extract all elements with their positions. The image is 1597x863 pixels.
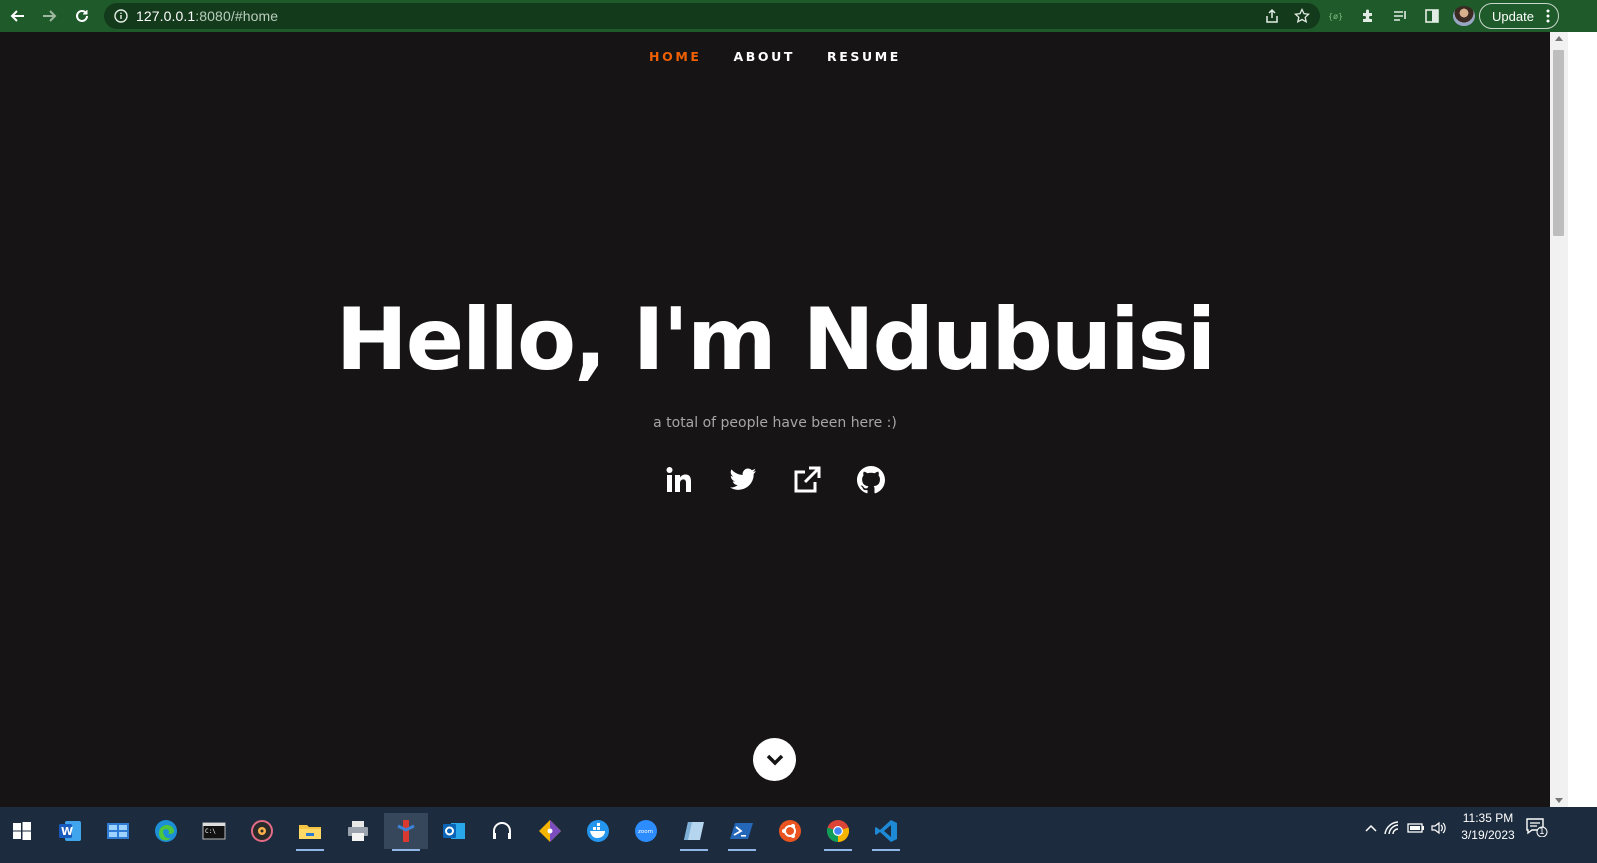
zoom-icon[interactable]: zoom [624,813,668,849]
linkedin-icon[interactable] [664,464,694,496]
svg-text:W: W [61,825,73,838]
extension-icon-green[interactable]: {ø} [1325,10,1347,22]
svg-text:C:\: C:\ [205,828,216,835]
powershell-icon[interactable] [720,813,764,851]
running-indicator [872,849,900,851]
back-arrow-icon [10,10,24,22]
battery-icon[interactable] [1404,822,1428,834]
url-path: :8080/#home [195,8,279,24]
scroll-down-button[interactable] [753,738,796,781]
web-page: HOME ABOUT RESUME Hello, I'm Ndubuisi a … [0,32,1550,807]
clock-time: 11:35 PM [1462,811,1514,825]
nav-about-link[interactable]: ABOUT [734,49,796,64]
ubuntu-icon[interactable] [768,813,812,849]
word-icon[interactable]: W [48,813,92,849]
notebook-icon[interactable] [672,813,716,851]
system-tray [1362,807,1450,849]
running-indicator [392,849,420,851]
outlook-icon[interactable] [432,813,476,849]
url-text: 127.0.0.1:8080/#home [136,8,278,24]
svg-text:zoom: zoom [638,829,653,835]
running-indicator [680,849,708,851]
nav-resume-link[interactable]: RESUME [827,49,901,64]
taskbar-clock[interactable]: 11:35 PM 3/19/2023 [1456,810,1520,844]
bookmark-star-icon[interactable] [1294,8,1310,24]
url-host: 127.0.0.1 [136,8,196,24]
external-link-icon[interactable] [792,464,822,496]
control-panel-icon[interactable] [96,813,140,849]
running-indicator [728,849,756,851]
notification-count-badge: 1 [1539,827,1545,837]
scrollbar-thumb[interactable] [1553,50,1564,236]
scroll-up-arrow-icon[interactable] [1555,36,1563,41]
scroll-down-arrow-icon[interactable] [1555,798,1563,803]
show-hidden-icons-chevron-icon[interactable] [1362,824,1380,832]
update-button[interactable]: Update [1479,3,1559,29]
share-icon[interactable] [1264,8,1280,24]
window-edge [1568,32,1597,807]
chrome-icon[interactable] [816,813,860,851]
notification-center-icon[interactable]: 1 [1526,817,1548,838]
side-panel-icon[interactable] [1421,8,1443,24]
file-explorer-icon[interactable] [288,813,332,851]
windows-start-icon[interactable] [0,813,44,849]
address-bar[interactable]: 127.0.0.1:8080/#home [104,3,1320,29]
twitter-icon[interactable] [728,464,758,496]
profile-avatar[interactable] [1453,6,1475,26]
running-indicator [296,849,324,851]
running-indicator [824,849,852,851]
update-label: Update [1492,8,1534,24]
reload-icon [76,9,88,22]
reload-button[interactable] [66,0,98,32]
visitor-counter-text: a total of people have been here :) [653,415,897,431]
git-icon[interactable] [528,813,572,849]
hero-title: Hello, I'm Ndubuisi [335,290,1217,390]
vscode-icon[interactable] [864,813,908,851]
volume-icon[interactable] [1428,821,1450,835]
windows-taskbar: W C:\ zoom 11:35 PM 3/19/2023 1 [0,807,1597,863]
docker-icon[interactable] [576,813,620,849]
reading-list-icon[interactable] [1389,8,1411,24]
forward-button[interactable] [33,0,65,32]
avatar-image [1453,6,1475,26]
site-info-icon[interactable] [112,7,130,25]
chevron-down-icon [766,754,783,765]
network-icon[interactable] [1380,821,1404,835]
forward-arrow-icon [43,10,57,22]
page-scrollbar[interactable] [1550,32,1568,807]
nav-home-link[interactable]: HOME [649,49,701,64]
app-pinned-icon[interactable] [384,813,428,851]
social-links [0,464,1550,496]
site-nav: HOME ABOUT RESUME [0,49,1550,64]
github-icon[interactable] [856,464,886,496]
headset-icon[interactable] [480,813,524,849]
edge-icon[interactable] [144,813,188,849]
extensions-puzzle-icon[interactable] [1357,8,1379,24]
kebab-menu-icon[interactable] [1546,9,1550,26]
terminal-icon[interactable]: C:\ [192,813,236,849]
media-player-icon[interactable] [240,813,284,849]
printer-icon[interactable] [336,813,380,849]
svg-text:{ø}: {ø} [1328,12,1343,21]
back-button[interactable] [2,0,34,32]
clock-date: 3/19/2023 [1461,828,1515,842]
browser-toolbar: 127.0.0.1:8080/#home {ø} Update [0,0,1597,32]
